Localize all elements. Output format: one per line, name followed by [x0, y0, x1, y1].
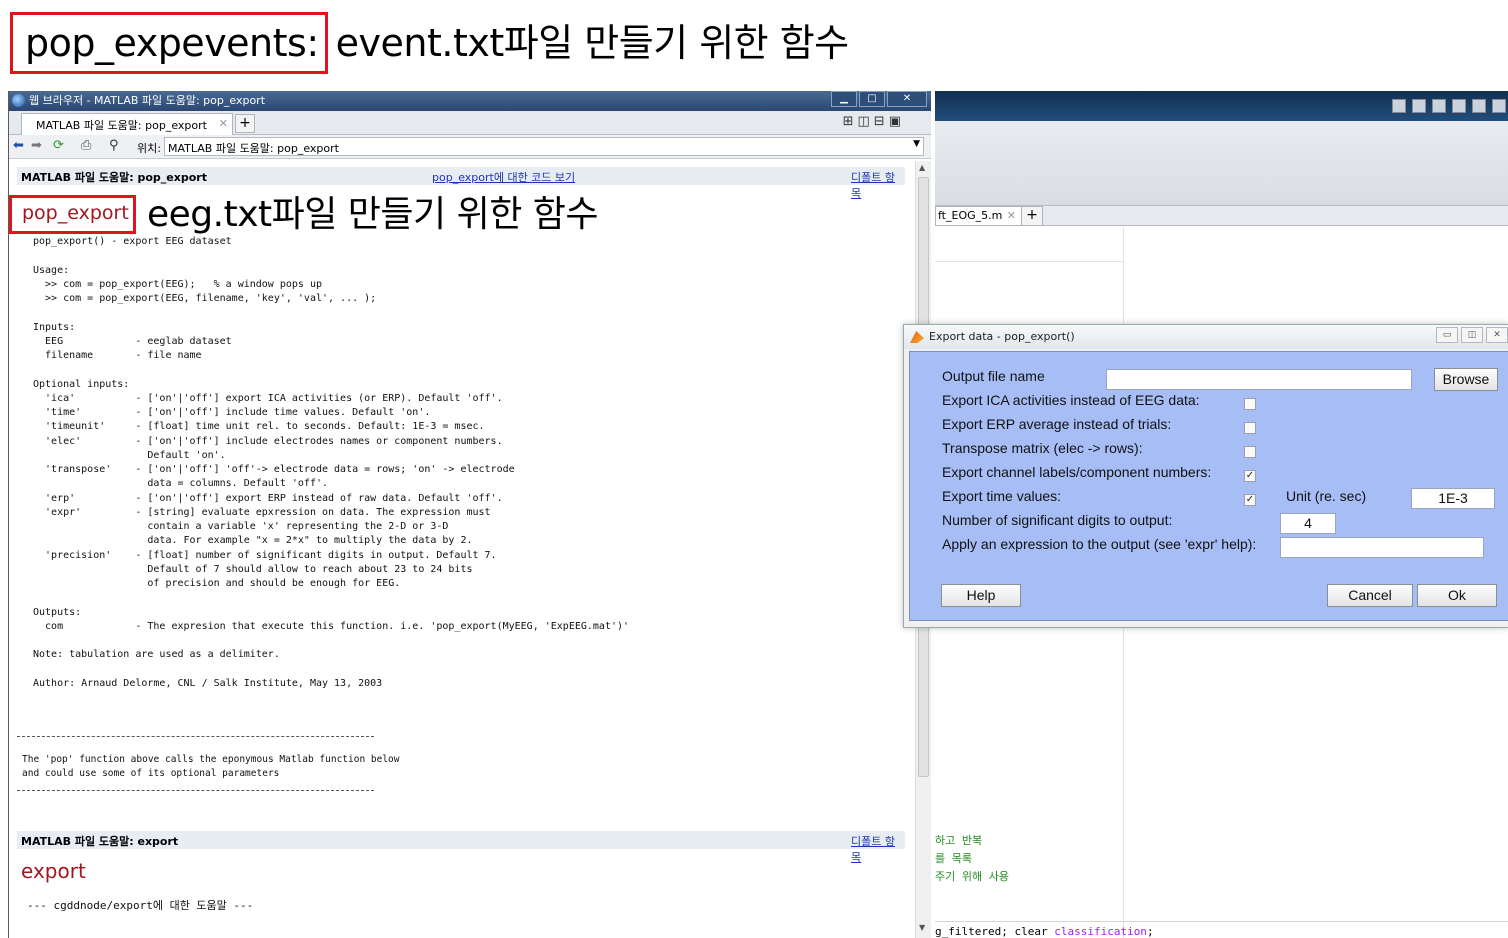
export-erp-checkbox[interactable]: [1244, 422, 1256, 434]
sig-digits-input[interactable]: 4: [1280, 513, 1336, 534]
scroll-up-icon[interactable]: ▲: [919, 163, 925, 172]
expression-input[interactable]: [1280, 537, 1484, 558]
forward-arrow-icon[interactable]: ➡: [31, 139, 42, 153]
matlab-globe-icon: [12, 94, 25, 107]
editor-file-tab[interactable]: ft_EOG_5.m ✕: [935, 206, 1023, 226]
find-icon[interactable]: ⚲: [109, 139, 119, 153]
default-topics-link-2[interactable]: 디폴트 항목: [851, 833, 905, 865]
toolbar-tool-icon[interactable]: [1392, 99, 1406, 113]
code-line: g_filtered; clear classification;: [935, 925, 1154, 938]
help-section-title-export: MATLAB 파일 도움말: export: [21, 835, 179, 848]
close-icon[interactable]: ✕: [1486, 327, 1508, 343]
minimize-icon[interactable]: ▁: [831, 91, 857, 107]
paste-icon[interactable]: [1472, 99, 1486, 113]
help-section-header: MATLAB 파일 도움말: pop_export pop_export에 대한…: [17, 167, 905, 200]
ok-button[interactable]: Ok: [1417, 584, 1497, 607]
sig-digits-label: Number of significant digits to output:: [942, 512, 1173, 528]
location-value: MATLAB 파일 도움말: pop_export: [168, 142, 339, 155]
export-help-text: --- cgddnode/export에 대한 도움말 ---: [27, 899, 254, 912]
help-text: pop_export() - export EEG dataset Usage:…: [33, 236, 630, 689]
output-file-input[interactable]: [1106, 369, 1412, 390]
editor-titlebar: [935, 91, 1508, 121]
help-section-title: MATLAB 파일 도움말: pop_export: [21, 171, 207, 184]
dialog-title: Export data - pop_export(): [929, 330, 1075, 343]
transpose-checkbox[interactable]: [1244, 446, 1256, 458]
title-function-name: pop_expevents:: [10, 12, 328, 74]
editor-ribbon: [935, 121, 1508, 206]
help-button[interactable]: Help: [941, 584, 1021, 607]
default-topics-link[interactable]: 디폴트 항목: [851, 169, 905, 201]
editor-tabbar: ft_EOG_5.m ✕ +: [935, 206, 1508, 226]
browser-window-title: 웹 브라우저 - MATLAB 파일 도움말: pop_export: [29, 94, 266, 107]
code-text: ;: [1146, 925, 1154, 938]
matlab-logo-icon: [910, 331, 924, 343]
channel-labels-checkbox[interactable]: ✓: [1244, 470, 1256, 482]
tile-grid-icon[interactable]: ⊞: [843, 114, 854, 129]
channel-labels-label: Export channel labels/component numbers:: [942, 464, 1212, 480]
editor-divider: [935, 261, 1123, 262]
tile-single-icon[interactable]: ▣: [889, 114, 901, 129]
transpose-label: Transpose matrix (elec -> rows):: [942, 440, 1143, 456]
code-variable: classification: [1054, 925, 1147, 938]
new-tab-button[interactable]: +: [235, 114, 255, 133]
scroll-down-icon[interactable]: ▼: [919, 923, 925, 932]
browser-navbar: ⬅ ➡ ⟳ ⎙ ⚲ 위치: MATLAB 파일 도움말: pop_export …: [9, 135, 931, 159]
maximize-icon[interactable]: □: [859, 91, 885, 107]
browser-titlebar: 웹 브라우저 - MATLAB 파일 도움말: pop_export ▁ □ ✕: [9, 91, 931, 111]
print-icon[interactable]: ⎙: [81, 139, 91, 153]
code-text: g_filtered; clear: [935, 925, 1055, 938]
export-ica-label: Export ICA activities instead of EEG dat…: [942, 392, 1200, 408]
editor-divider: [935, 921, 1508, 922]
browser-tabbar: MATLAB 파일 도움말: pop_export ✕ + ⊞ ◫ ⊟ ▣: [9, 111, 931, 135]
copy-icon[interactable]: [1452, 99, 1466, 113]
tab-label: MATLAB 파일 도움말: pop_export: [36, 119, 207, 132]
help-browser-window: 웹 브라우저 - MATLAB 파일 도움말: pop_export ▁ □ ✕…: [8, 91, 931, 938]
export-ica-checkbox[interactable]: [1244, 398, 1256, 410]
expression-label: Apply an expression to the output (see '…: [942, 536, 1257, 552]
function-name-heading: pop_export: [9, 195, 136, 234]
slide-title: pop_expevents: event.txt파일 만들기 위한 함수: [10, 12, 849, 74]
export-function-heading: export: [21, 859, 86, 883]
save-icon[interactable]: [1412, 99, 1426, 113]
editor-tab-close-icon[interactable]: ✕: [1007, 209, 1016, 222]
title-description: event.txt파일 만들기 위한 함수: [335, 21, 849, 65]
browse-button[interactable]: Browse: [1434, 368, 1498, 391]
minimize-icon[interactable]: ▭: [1436, 327, 1458, 343]
editor-new-tab-button[interactable]: +: [1021, 206, 1043, 226]
tile-horizontal-icon[interactable]: ⊟: [874, 114, 885, 129]
editor-tab-label: ft_EOG_5.m: [938, 209, 1003, 222]
help-content: MATLAB 파일 도움말: pop_export pop_export에 대한…: [9, 161, 914, 938]
code-comment: 주기 위해 사용: [935, 870, 1009, 883]
tab-close-icon[interactable]: ✕: [219, 117, 228, 130]
tile-vertical-icon[interactable]: ◫: [858, 114, 870, 129]
back-arrow-icon[interactable]: ⬅: [13, 139, 24, 153]
maximize-icon[interactable]: ◫: [1461, 327, 1483, 343]
location-label: 위치:: [137, 142, 161, 155]
cancel-button[interactable]: Cancel: [1327, 584, 1413, 607]
code-comment: 를 목록: [935, 852, 972, 865]
tab-pop-export[interactable]: MATLAB 파일 도움말: pop_export ✕: [21, 113, 233, 135]
unit-label: Unit (re. sec): [1286, 488, 1367, 504]
close-icon[interactable]: ✕: [887, 91, 927, 107]
export-erp-label: Export ERP average instead of trials:: [942, 416, 1172, 432]
time-values-checkbox[interactable]: ✓: [1244, 494, 1256, 506]
code-comment: 하고 반복: [935, 834, 983, 847]
dialog-titlebar: Export data - pop_export() ▭ ◫ ✕: [904, 325, 1508, 349]
location-input[interactable]: MATLAB 파일 도움말: pop_export ▼: [164, 137, 924, 156]
dialog-body: Output file name Browse Export ICA activ…: [909, 351, 1508, 621]
annotation-note: eeg.txt파일 만들기 위한 함수: [147, 194, 599, 235]
time-values-label: Export time values:: [942, 488, 1062, 504]
output-file-label: Output file name: [942, 368, 1045, 384]
cut-icon[interactable]: [1432, 99, 1446, 113]
undo-icon[interactable]: [1492, 99, 1506, 113]
view-code-link[interactable]: pop_export에 대한 코드 보기: [432, 169, 575, 185]
divider: [17, 736, 374, 737]
chevron-down-icon[interactable]: ▼: [913, 139, 920, 149]
unit-input[interactable]: 1E-3: [1411, 488, 1495, 509]
export-data-dialog: Export data - pop_export() ▭ ◫ ✕ Output …: [903, 324, 1508, 628]
pop-function-note: The 'pop' function above calls the epony…: [22, 754, 400, 779]
divider: [17, 790, 374, 791]
help-section-header-export: MATLAB 파일 도움말: export 디폴트 항목: [17, 831, 905, 864]
refresh-icon[interactable]: ⟳: [53, 139, 64, 153]
